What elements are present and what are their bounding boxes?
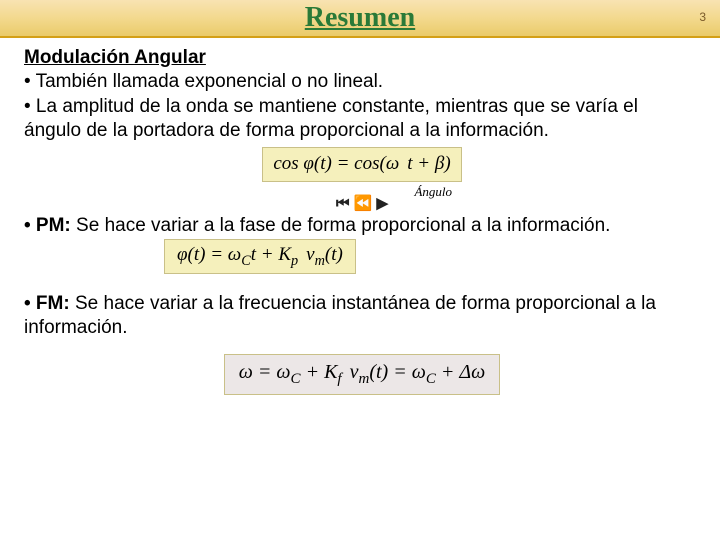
equation-1-wrap: cos φ(t) = cos(ωt + β) ⏮ ⏪ ▶ Ángulo — [24, 147, 700, 200]
section-heading: Modulación Angular — [24, 46, 700, 70]
equation-1: cos φ(t) = cos(ωt + β) — [262, 147, 461, 181]
bullet-1: • También llamada exponencial o no linea… — [24, 70, 700, 94]
equation-3: ω = ωC + Kfvm(t) = ωC + Δω — [224, 354, 500, 395]
equation-2-wrap: φ(t) = ωCt + Kpvm(t) — [24, 239, 700, 274]
equation-2: φ(t) = ωCt + Kpvm(t) — [164, 239, 356, 274]
page-title: Resumen — [305, 2, 415, 34]
fm-label: • FM: — [24, 293, 70, 314]
equation-3-wrap: ω = ωC + Kfvm(t) = ωC + Δω — [24, 354, 700, 395]
page-number: 3 — [699, 10, 706, 24]
pm-text: Se hace variar a la fase de forma propor… — [71, 215, 611, 236]
media-controls-overlay[interactable]: ⏮ ⏪ ▶ — [336, 194, 388, 213]
pm-label: • PM: — [24, 215, 71, 236]
fm-bullet: • FM: Se hace variar a la frecuencia ins… — [24, 292, 700, 341]
content-area: Modulación Angular • También llamada exp… — [0, 38, 720, 395]
title-bar: Resumen 3 — [0, 0, 720, 38]
bullet-2: • La amplitud de la onda se mantiene con… — [24, 95, 700, 144]
fm-text: Se hace variar a la frecuencia instantán… — [24, 293, 656, 338]
pm-bullet: • PM: Se hace variar a la fase de forma … — [24, 214, 700, 238]
